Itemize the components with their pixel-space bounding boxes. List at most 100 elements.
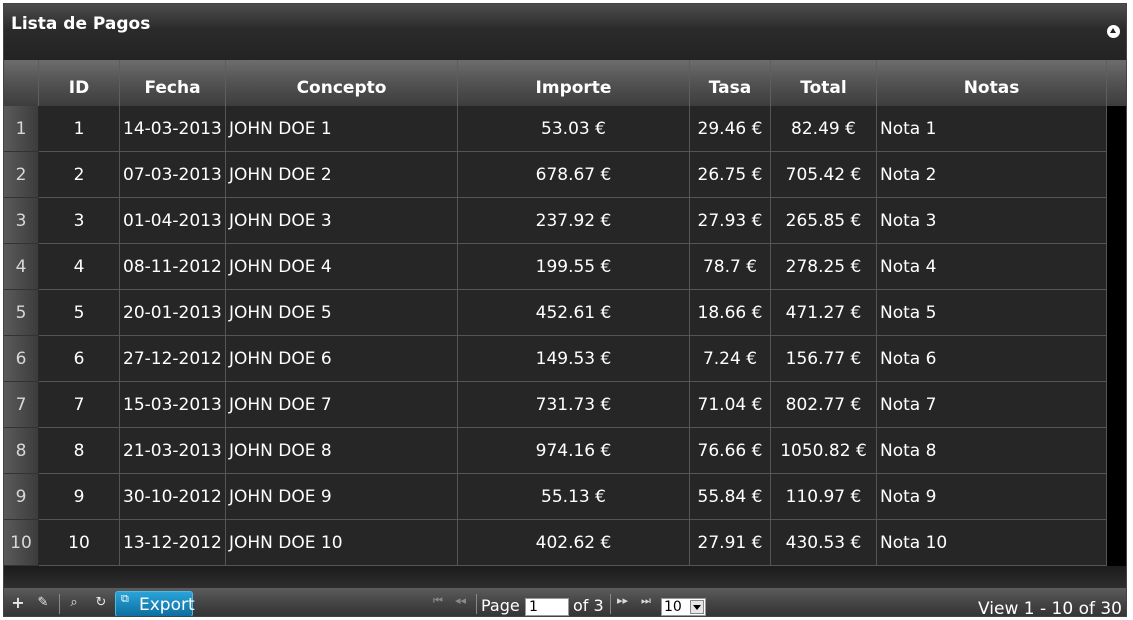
cell-tasa: 76.66 € — [690, 428, 771, 474]
column-header-id[interactable]: ID — [39, 60, 120, 106]
record-count: View 1 - 10 of 30 — [978, 599, 1122, 617]
row-number: 7 — [4, 382, 39, 428]
table-row[interactable]: 1 1 14-03-2013 JOHN DOE 1 53.03 € 29.46 … — [4, 106, 1107, 152]
row-number: 4 — [4, 244, 39, 290]
cell-id: 9 — [39, 474, 120, 520]
table-row[interactable]: 7 7 15-03-2013 JOHN DOE 7 731.73 € 71.04… — [4, 382, 1107, 428]
cell-fecha: 13-12-2012 — [120, 520, 226, 566]
row-number: 10 — [4, 520, 39, 566]
cell-total: 705.42 € — [771, 152, 877, 198]
last-page-icon[interactable]: ⏭ — [641, 594, 651, 608]
cell-total: 156.77 € — [771, 336, 877, 382]
page-count: of 3 — [573, 596, 604, 615]
table-row[interactable]: 9 9 30-10-2012 JOHN DOE 9 55.13 € 55.84 … — [4, 474, 1107, 520]
cell-importe: 53.03 € — [458, 106, 690, 152]
prev-page-icon[interactable]: ◂◂ — [455, 594, 466, 607]
table-row[interactable]: 8 8 21-03-2013 JOHN DOE 8 974.16 € 76.66… — [4, 428, 1107, 474]
row-number: 9 — [4, 474, 39, 520]
cell-total: 265.85 € — [771, 198, 877, 244]
grid-titlebar: Lista de Pagos — [4, 4, 1126, 60]
cell-tasa: 27.91 € — [690, 520, 771, 566]
row-number: 2 — [4, 152, 39, 198]
cell-notas: Nota 9 — [877, 474, 1107, 520]
column-header-importe[interactable]: Importe — [458, 60, 690, 106]
cell-tasa: 78.7 € — [690, 244, 771, 290]
grid-body: 1 1 14-03-2013 JOHN DOE 1 53.03 € 29.46 … — [4, 106, 1126, 566]
refresh-icon[interactable]: ↻ — [92, 594, 110, 612]
first-page-icon[interactable]: ⏮ — [433, 594, 443, 608]
rows-per-page-value: 10 — [664, 599, 682, 615]
export-button[interactable]: ⧉ Export — [115, 591, 195, 616]
cell-fecha: 07-03-2013 — [120, 152, 226, 198]
cell-importe: 199.55 € — [458, 244, 690, 290]
cell-concepto: JOHN DOE 7 — [226, 382, 458, 428]
column-header-total[interactable]: Total — [771, 60, 877, 106]
cell-tasa: 29.46 € — [690, 106, 771, 152]
cell-tasa: 71.04 € — [690, 382, 771, 428]
row-number: 8 — [4, 428, 39, 474]
cell-id: 2 — [39, 152, 120, 198]
cell-importe: 237.92 € — [458, 198, 690, 244]
add-icon[interactable]: + — [9, 594, 27, 612]
cell-total: 278.25 € — [771, 244, 877, 290]
cell-total: 802.77 € — [771, 382, 877, 428]
grid-spacer — [4, 566, 1126, 588]
pager-bar: + ✎ ⌕ ↻ ⧉ Export ⏮ ◂◂ Page 1 of 3 ▸▸ ⏭ 1… — [4, 588, 1126, 617]
row-number: 3 — [4, 198, 39, 244]
column-header-fecha[interactable]: Fecha — [120, 60, 226, 106]
cell-notas: Nota 7 — [877, 382, 1107, 428]
cell-importe: 678.67 € — [458, 152, 690, 198]
cell-concepto: JOHN DOE 9 — [226, 474, 458, 520]
cell-tasa: 18.66 € — [690, 290, 771, 336]
cell-fecha: 21-03-2013 — [120, 428, 226, 474]
cell-fecha: 27-12-2012 — [120, 336, 226, 382]
cell-fecha: 14-03-2013 — [120, 106, 226, 152]
export-label: Export — [139, 595, 195, 615]
page-input[interactable]: 1 — [525, 598, 569, 616]
rows-per-page-select[interactable]: 10 — [661, 598, 706, 616]
external-link-icon: ⧉ — [121, 592, 129, 605]
next-page-icon[interactable]: ▸▸ — [617, 594, 628, 607]
cell-id: 4 — [39, 244, 120, 290]
cell-tasa: 26.75 € — [690, 152, 771, 198]
cell-tasa: 7.24 € — [690, 336, 771, 382]
cell-id: 5 — [39, 290, 120, 336]
column-header-tasa[interactable]: Tasa — [690, 60, 771, 106]
table-row[interactable]: 4 4 08-11-2012 JOHN DOE 4 199.55 € 78.7 … — [4, 244, 1107, 290]
cell-concepto: JOHN DOE 8 — [226, 428, 458, 474]
cell-notas: Nota 5 — [877, 290, 1107, 336]
table-row[interactable]: 6 6 27-12-2012 JOHN DOE 6 149.53 € 7.24 … — [4, 336, 1107, 382]
collapse-icon[interactable] — [1107, 25, 1120, 38]
cell-notas: Nota 6 — [877, 336, 1107, 382]
edit-icon[interactable]: ✎ — [34, 594, 52, 612]
cell-notas: Nota 3 — [877, 198, 1107, 244]
cell-total: 110.97 € — [771, 474, 877, 520]
cell-id: 10 — [39, 520, 120, 566]
cell-notas: Nota 2 — [877, 152, 1107, 198]
cell-importe: 149.53 € — [458, 336, 690, 382]
column-header-concepto[interactable]: Concepto — [226, 60, 458, 106]
cell-fecha: 01-04-2013 — [120, 198, 226, 244]
search-icon[interactable]: ⌕ — [65, 594, 83, 612]
grid-title: Lista de Pagos — [11, 14, 151, 34]
cell-total: 430.53 € — [771, 520, 877, 566]
cell-fecha: 08-11-2012 — [120, 244, 226, 290]
column-header-row: ID Fecha Concepto Importe Tasa Total Not… — [4, 60, 1126, 106]
cell-concepto: JOHN DOE 6 — [226, 336, 458, 382]
cell-importe: 55.13 € — [458, 474, 690, 520]
cell-fecha: 30-10-2012 — [120, 474, 226, 520]
toolbar-divider — [59, 594, 60, 614]
column-header-notas[interactable]: Notas — [877, 60, 1107, 106]
table-row[interactable]: 2 2 07-03-2013 JOHN DOE 2 678.67 € 26.75… — [4, 152, 1107, 198]
cell-id: 7 — [39, 382, 120, 428]
cell-concepto: JOHN DOE 2 — [226, 152, 458, 198]
table-row[interactable]: 10 10 13-12-2012 JOHN DOE 10 402.62 € 27… — [4, 520, 1107, 566]
table-row[interactable]: 5 5 20-01-2013 JOHN DOE 5 452.61 € 18.66… — [4, 290, 1107, 336]
cell-importe: 731.73 € — [458, 382, 690, 428]
rownum-header — [4, 60, 39, 106]
chevron-down-icon — [690, 600, 704, 614]
cell-importe: 974.16 € — [458, 428, 690, 474]
cell-id: 8 — [39, 428, 120, 474]
cell-id: 6 — [39, 336, 120, 382]
table-row[interactable]: 3 3 01-04-2013 JOHN DOE 3 237.92 € 27.93… — [4, 198, 1107, 244]
